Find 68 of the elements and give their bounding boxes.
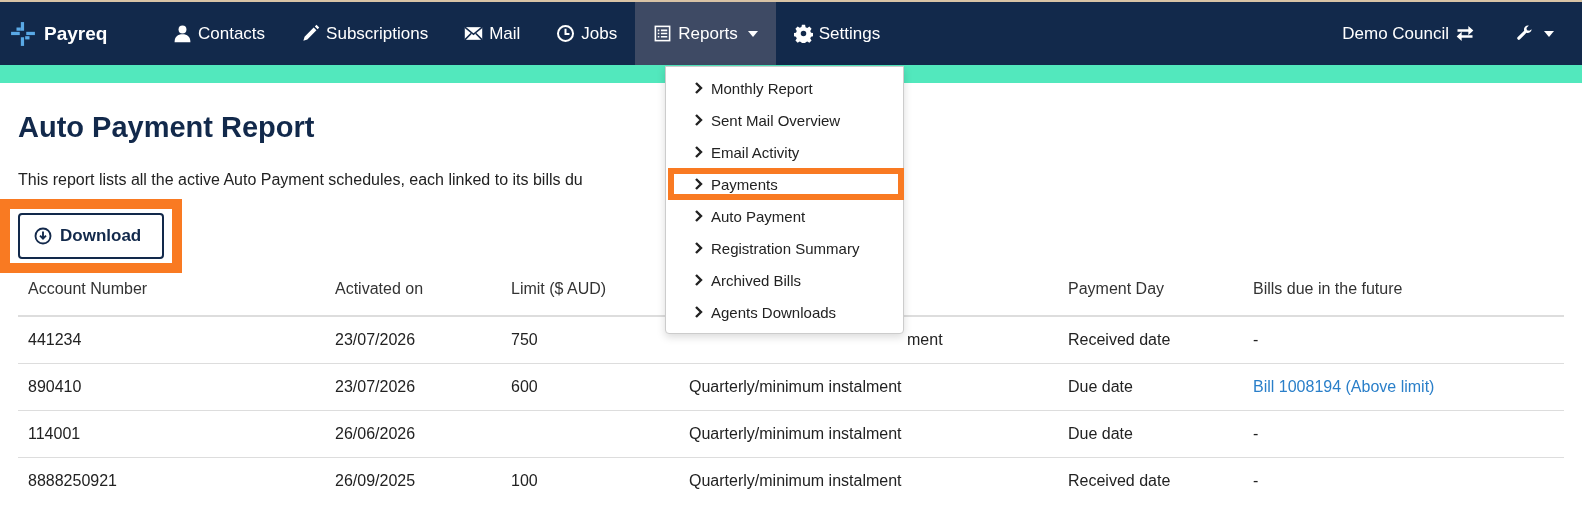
menu-item[interactable]: Email Activity xyxy=(666,136,903,168)
report-description: This report lists all the active Auto Payment schedules, each linked to its bills du xyxy=(18,171,583,190)
envelope-icon xyxy=(464,24,484,43)
chevron-icon xyxy=(694,242,703,254)
settings-icon xyxy=(793,24,813,43)
organisation-switcher[interactable]: Demo Council xyxy=(1342,23,1475,44)
nav-tab[interactable]: Settings xyxy=(775,2,899,65)
menu-item[interactable]: Agents Downloads xyxy=(666,296,903,328)
table-cell: 890410 xyxy=(28,378,82,395)
menu-item[interactable]: Archived Bills xyxy=(666,264,903,296)
nav-tab[interactable]: Subscriptions xyxy=(283,2,447,65)
menu-item[interactable]: Auto Payment xyxy=(666,200,903,232)
menu-item[interactable]: Monthly Report xyxy=(666,72,903,104)
column-header: Payment Day xyxy=(1068,280,1165,297)
table-cell: Quarterly/minimum instalment xyxy=(689,378,902,395)
person-icon xyxy=(173,24,192,43)
chevron-icon xyxy=(694,146,703,158)
wrench-icon xyxy=(1515,24,1534,43)
table-cell: 23/07/2026 xyxy=(335,378,416,395)
logo-icon xyxy=(10,20,36,47)
chevron-icon xyxy=(694,274,703,286)
table-cell: 114001 xyxy=(28,425,81,442)
menu-item[interactable]: Payments xyxy=(668,168,904,200)
brand-name: Payreq xyxy=(44,22,108,45)
menu-item[interactable]: Registration Summary xyxy=(666,232,903,264)
clock-icon xyxy=(556,24,576,43)
menu-item[interactable]: Sent Mail Overview xyxy=(666,104,903,136)
table-cell: 600 xyxy=(511,378,538,395)
table-cell: 100 xyxy=(511,472,538,489)
column-header: Bills due in the future xyxy=(1253,280,1403,297)
table-cell: Due date xyxy=(1068,378,1133,395)
chevron-icon xyxy=(694,82,703,94)
bill-link[interactable]: Bill 1008194 (Above limit) xyxy=(1253,378,1435,395)
chevron-icon xyxy=(694,114,703,126)
page-title: Auto Payment Report xyxy=(18,111,315,145)
tools-menu[interactable] xyxy=(1515,24,1554,43)
table-cell: - xyxy=(1253,425,1259,442)
list-icon xyxy=(653,24,673,43)
nav-tab[interactable]: Reports xyxy=(635,2,776,65)
column-header: Limit ($ AUD) xyxy=(511,280,607,297)
caret-icon xyxy=(1544,30,1554,37)
column-header: Account Number xyxy=(28,280,148,297)
chevron-icon xyxy=(694,210,703,222)
table-cell: 26/06/2026 xyxy=(335,425,416,442)
table-cell: Received date xyxy=(1068,331,1171,348)
table-cell: ment xyxy=(907,331,943,349)
table-cell: Due date xyxy=(1068,425,1133,442)
column-header: Activated on xyxy=(335,280,424,297)
nav-tab[interactable]: Mail xyxy=(446,2,539,65)
table-cell: 23/07/2026 xyxy=(335,331,416,348)
brand-logo[interactable]: Payreq xyxy=(0,20,145,47)
chevron-icon xyxy=(694,178,703,190)
table-cell: 8888250921 xyxy=(28,472,117,489)
table-cell: 750 xyxy=(511,331,538,348)
nav-tab[interactable]: Jobs xyxy=(538,2,636,65)
table-cell: - xyxy=(1253,472,1259,489)
table-cell: Quarterly/minimum instalment xyxy=(689,425,902,442)
nav-tab[interactable]: Contacts xyxy=(155,2,284,65)
table-cell: 26/09/2025 xyxy=(335,472,416,489)
table-cell: - xyxy=(1253,331,1259,348)
table-cell: 441234 xyxy=(28,331,82,348)
table-cell: Received date xyxy=(1068,472,1171,489)
download-icon xyxy=(34,227,52,245)
table-cell: Quarterly/minimum instalment xyxy=(689,472,902,489)
pencil-icon xyxy=(301,24,321,43)
swap-arrows-icon xyxy=(1455,25,1475,42)
chevron-icon xyxy=(694,306,703,318)
download-button[interactable]: Download xyxy=(18,213,164,259)
